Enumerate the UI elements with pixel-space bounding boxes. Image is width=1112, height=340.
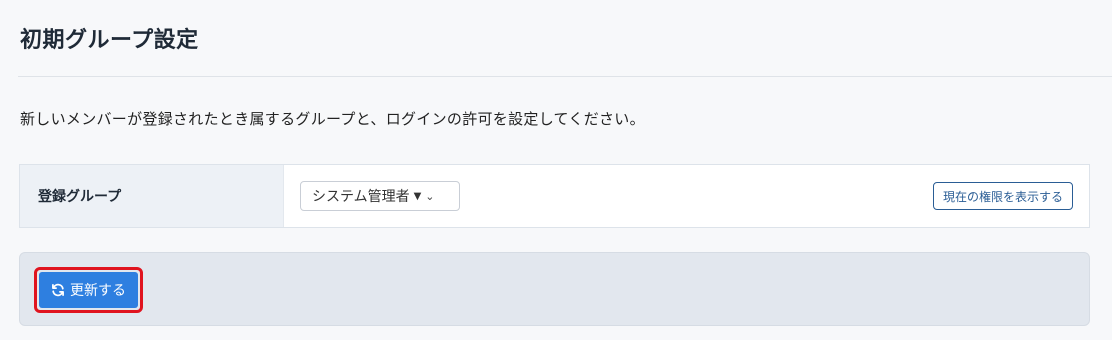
setting-label-cell: 登録グループ <box>20 165 284 227</box>
group-select[interactable]: システム管理者 ▼ ⌄ <box>300 181 460 211</box>
page-title: 初期グループ設定 <box>20 28 199 53</box>
setting-value-cell: システム管理者 ▼ ⌄ 現在の権限を表示する <box>284 165 1089 227</box>
action-bar: 更新する <box>19 252 1090 326</box>
refresh-icon <box>51 283 65 297</box>
caret-down-icon: ▼ <box>413 190 422 202</box>
registration-group-label: 登録グループ <box>38 189 122 205</box>
update-button[interactable]: 更新する <box>39 272 138 308</box>
chevron-down-icon: ⌄ <box>425 189 435 203</box>
update-button-label: 更新する <box>70 283 126 299</box>
title-divider <box>18 76 1112 77</box>
group-select-value: システム管理者 <box>312 189 410 205</box>
show-current-permissions-button[interactable]: 現在の権限を表示する <box>932 182 1073 210</box>
description-text: 新しいメンバーが登録されたとき属するグループと、ログインの許可を設定してください… <box>20 110 645 128</box>
update-button-highlight: 更新する <box>34 267 143 313</box>
registration-group-row: 登録グループ システム管理者 ▼ ⌄ 現在の権限を表示する <box>19 164 1090 228</box>
initial-group-settings-page: 初期グループ設定 新しいメンバーが登録されたとき属するグループと、ログインの許可… <box>0 0 1112 340</box>
